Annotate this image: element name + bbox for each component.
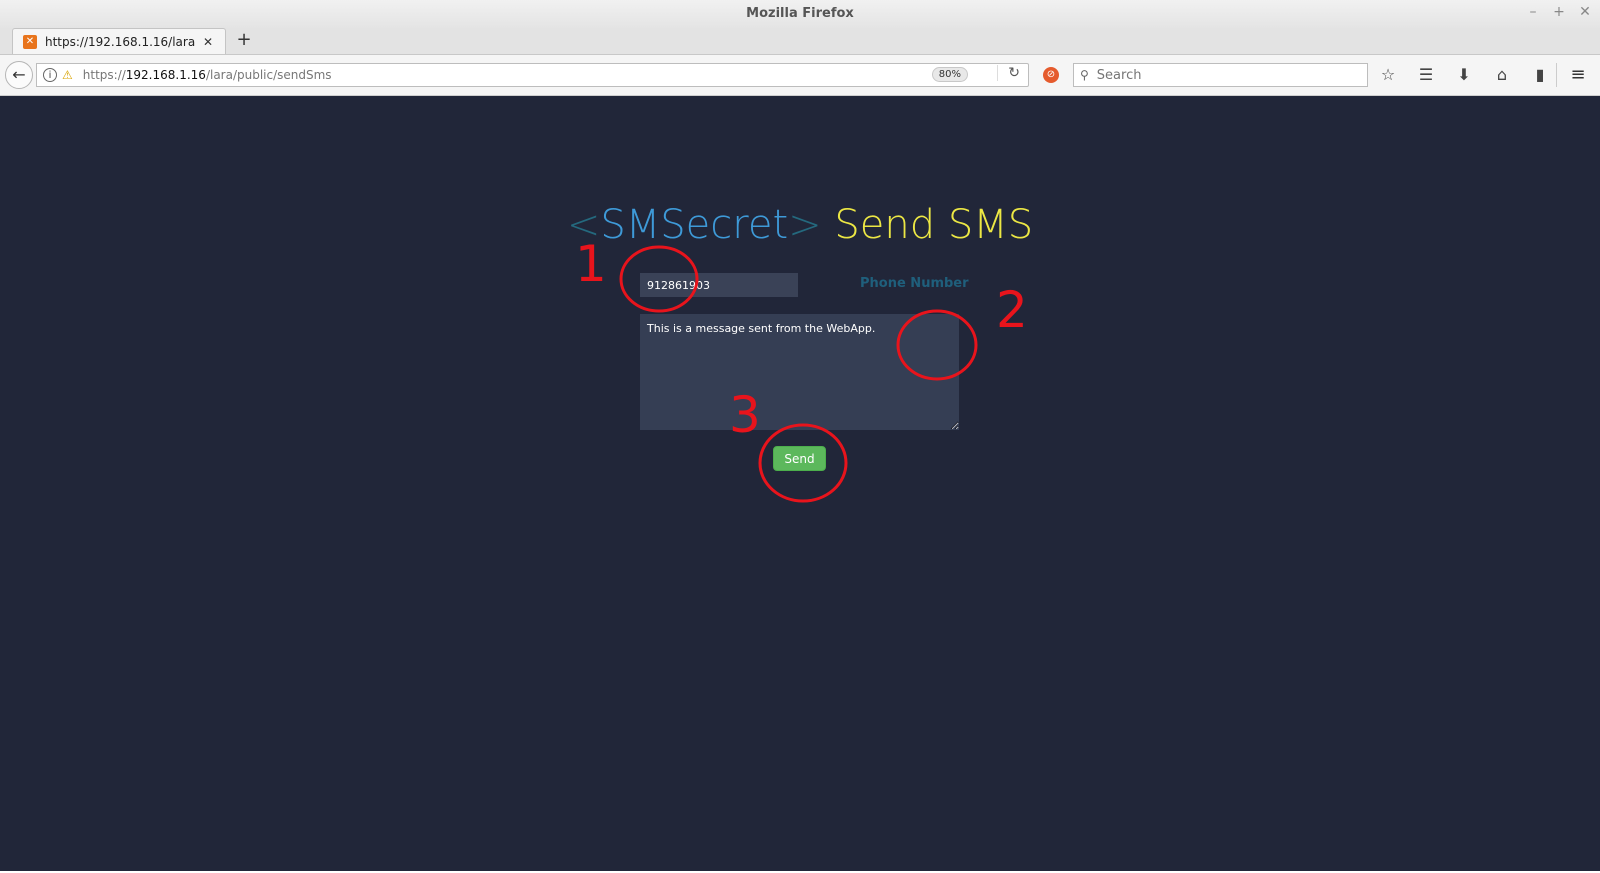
search-bar[interactable]: ⚲ <box>1073 63 1368 87</box>
heading-close-bracket: > <box>788 202 822 248</box>
insecure-lock-icon[interactable]: ⚠ <box>62 68 73 82</box>
zoom-indicator[interactable]: 80% <box>931 67 968 82</box>
window-title: Mozilla Firefox <box>746 6 854 21</box>
message-textarea[interactable]: This is a message sent from the WebApp. <box>640 314 959 430</box>
hamburger-menu-icon[interactable]: ≡ <box>1568 65 1588 85</box>
reading-list-icon[interactable]: ☰ <box>1416 65 1436 85</box>
home-icon[interactable]: ⌂ <box>1492 65 1512 85</box>
browser-window: Mozilla Firefox – + ✕ ✕ https://192.168.… <box>0 0 1600 873</box>
tab-title: https://192.168.1.16/lara/pu <box>45 34 195 49</box>
close-tab-icon[interactable]: ✕ <box>203 35 213 49</box>
send-button[interactable]: Send <box>773 446 826 471</box>
heading-send-sms: Send SMS <box>821 202 1034 248</box>
info-icon[interactable]: i <box>43 68 57 82</box>
window-controls: – + ✕ <box>1526 4 1592 20</box>
toolbar-divider <box>1556 63 1557 87</box>
search-icon: ⚲ <box>1080 68 1089 82</box>
tab-strip: ✕ https://192.168.1.16/lara/pu ✕ + <box>0 28 1600 55</box>
maximize-button[interactable]: + <box>1552 4 1566 20</box>
title-bar: Mozilla Firefox – + ✕ <box>0 0 1600 28</box>
url-path: /lara/public/sendSms <box>205 68 332 82</box>
download-icon[interactable]: ⬇ <box>1454 65 1474 85</box>
pocket-icon[interactable]: ▮ <box>1530 65 1550 85</box>
heading-brand: SMSecret <box>600 202 789 248</box>
url-bar[interactable]: i ⚠ https://192.168.1.16/lara/public/sen… <box>36 63 1029 87</box>
xampp-favicon-icon: ✕ <box>23 34 37 49</box>
page-content: <SMSecret> Send SMS Phone Number This is… <box>0 96 1600 871</box>
new-tab-button[interactable]: + <box>234 30 254 50</box>
search-input[interactable] <box>1094 66 1349 84</box>
close-window-button[interactable]: ✕ <box>1578 4 1592 20</box>
blocked-content-icon[interactable]: ⊘ <box>1043 67 1059 83</box>
back-arrow-icon: ← <box>12 65 26 84</box>
page-title: <SMSecret> Send SMS <box>0 202 1600 248</box>
back-button[interactable]: ← <box>5 61 33 89</box>
tab-active[interactable]: ✕ https://192.168.1.16/lara/pu ✕ <box>12 28 226 54</box>
phone-number-label: Phone Number <box>860 276 969 291</box>
url-text[interactable]: https://192.168.1.16/lara/public/sendSms <box>83 68 332 82</box>
nav-bar: ← i ⚠ https://192.168.1.16/lara/public/s… <box>0 55 1600 96</box>
reload-icon[interactable]: ↻ <box>997 65 1020 81</box>
minimize-button[interactable]: – <box>1526 4 1540 20</box>
phone-number-input[interactable] <box>640 273 798 297</box>
url-host: 192.168.1.16 <box>125 68 206 82</box>
url-scheme: https:// <box>82 68 126 82</box>
toolbar-icons: ☆ ☰ ⬇ ⌂ ▮ <box>1378 65 1568 85</box>
heading-open-bracket: < <box>566 202 601 248</box>
bookmark-star-icon[interactable]: ☆ <box>1378 65 1398 85</box>
